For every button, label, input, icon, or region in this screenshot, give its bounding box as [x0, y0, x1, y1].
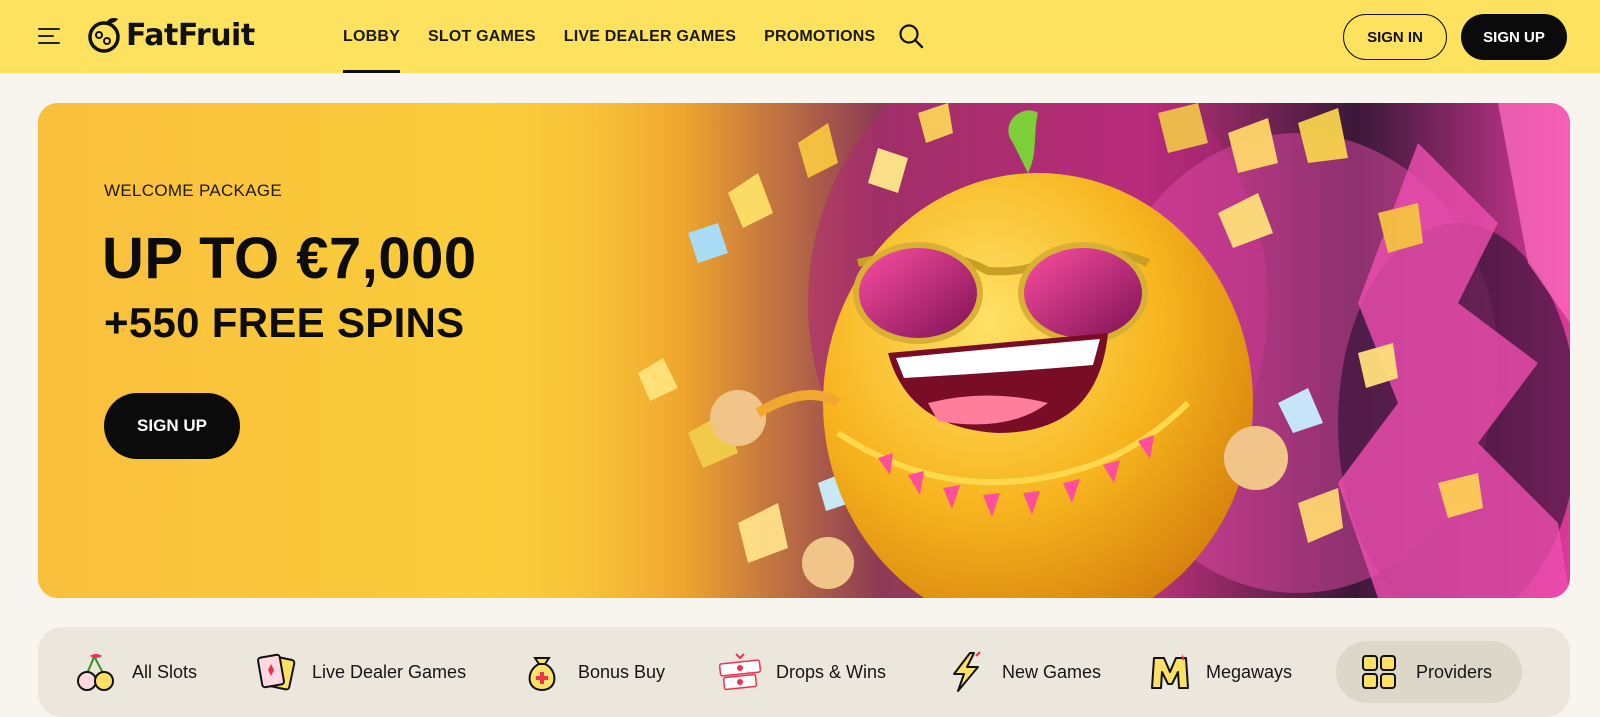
hero-banner[interactable]: WELCOME PACKAGE UP TO €7,000 +550 FREE S… — [38, 103, 1570, 598]
category-all-slots[interactable]: All Slots — [74, 641, 197, 703]
sign-in-button[interactable]: SIGN IN — [1343, 14, 1447, 60]
category-label: Providers — [1416, 661, 1493, 682]
category-megaways[interactable]: Megaways — [1148, 641, 1292, 703]
category-label: All Slots — [132, 661, 198, 682]
category-label: New Games — [1002, 661, 1102, 682]
category-label: Megaways — [1206, 661, 1293, 682]
megaways-icon — [1151, 654, 1189, 689]
money-bag-icon — [528, 657, 556, 692]
category-new-games[interactable]: New Games — [944, 641, 1101, 703]
playing-cards-icon — [257, 653, 296, 691]
hero-lemon-illustration — [38, 103, 1570, 598]
sign-up-button[interactable]: SIGN UP — [1461, 14, 1567, 60]
cherry-icon — [77, 654, 114, 691]
brand-logo[interactable]: FatFruit — [84, 15, 255, 55]
nav-slot-games[interactable]: SLOT GAMES — [428, 0, 536, 73]
hero-sign-up-button[interactable]: SIGN UP — [104, 393, 240, 459]
category-drops-wins[interactable]: Drops & Wins — [718, 641, 886, 703]
category-label: Live Dealer Games — [312, 661, 467, 682]
hero-headline: UP TO €7,000 — [102, 226, 477, 291]
category-live-dealer-games[interactable]: Live Dealer Games — [254, 641, 466, 703]
nav-promotions[interactable]: PROMOTIONS — [764, 0, 875, 73]
lemon-logo-icon — [88, 18, 120, 53]
category-label: Drops & Wins — [776, 661, 887, 682]
category-providers[interactable]: Providers — [1336, 641, 1523, 703]
nav-lobby[interactable]: LOBBY — [343, 0, 400, 73]
search-icon[interactable] — [897, 22, 925, 50]
grid-icon — [1362, 655, 1396, 689]
nav-live-dealer-games[interactable]: LIVE DEALER GAMES — [564, 0, 736, 73]
lightning-icon — [953, 651, 981, 692]
hero-subheadline: +550 FREE SPINS — [104, 299, 465, 346]
category-label: Bonus Buy — [578, 661, 666, 682]
category-bar: All Slots Live Dealer Games Bonus Buy Dr… — [38, 627, 1570, 717]
drops-wins-icon — [718, 653, 762, 691]
brand-name: FatFruit — [126, 17, 255, 53]
hero-eyebrow: WELCOME PACKAGE — [104, 181, 282, 200]
category-bonus-buy[interactable]: Bonus Buy — [520, 641, 665, 703]
top-header: FatFruit LOBBY SLOT GAMES LIVE DEALER GA… — [0, 0, 1600, 73]
hamburger-menu-icon[interactable] — [38, 24, 64, 48]
main-nav: LOBBY SLOT GAMES LIVE DEALER GAMES PROMO… — [343, 0, 903, 73]
